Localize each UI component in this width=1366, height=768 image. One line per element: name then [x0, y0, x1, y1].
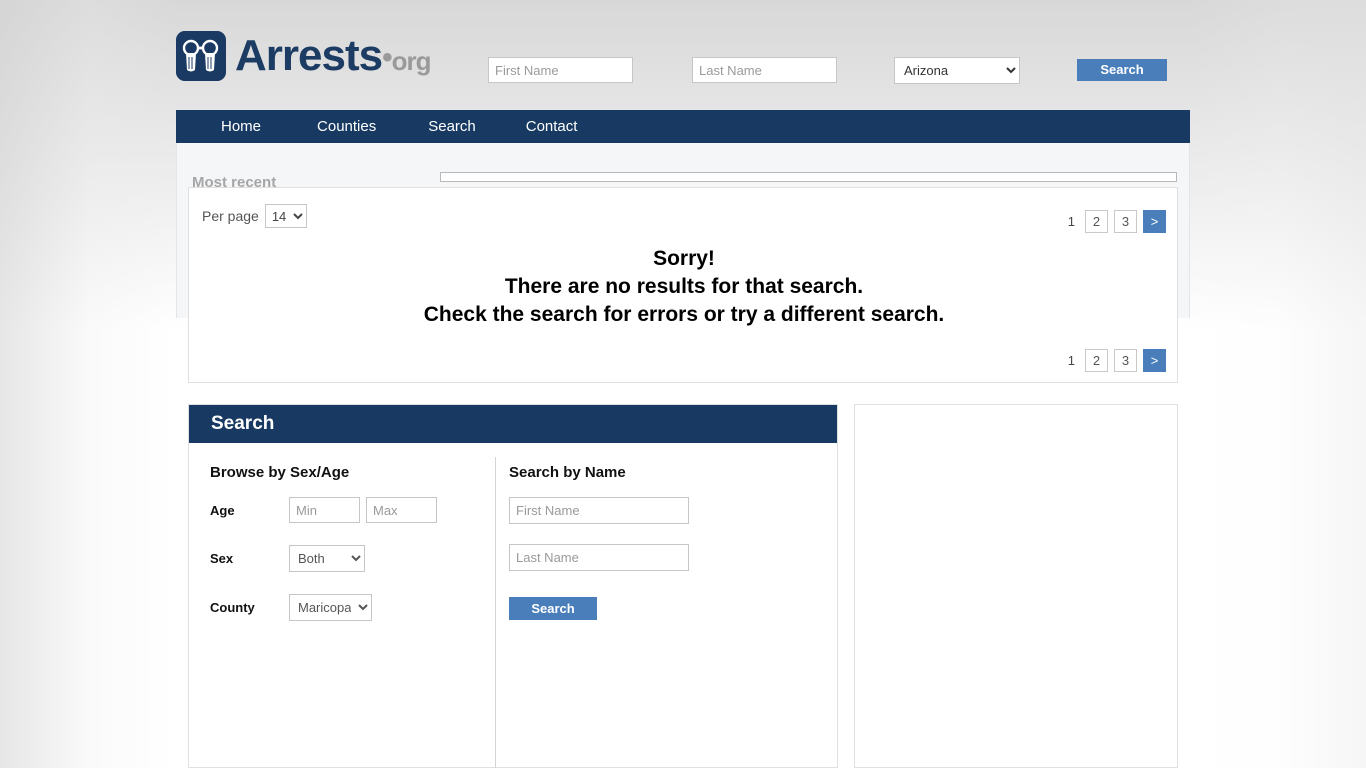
age-max-input[interactable] — [366, 497, 437, 523]
county-label: County — [210, 600, 255, 615]
no-results-message: Sorry! There are no results for that sea… — [189, 245, 1179, 329]
county-field-row: County Maricopa — [210, 594, 485, 621]
header-first-name-input[interactable] — [488, 57, 633, 83]
pagination-page-2[interactable]: 2 — [1085, 210, 1108, 233]
panel-first-name-input[interactable] — [509, 497, 689, 524]
site-logo[interactable]: Arrests•org — [176, 31, 431, 81]
browse-column-title: Browse by Sex/Age — [210, 464, 350, 481]
no-results-line-1: Sorry! — [653, 247, 715, 270]
age-label: Age — [210, 502, 235, 518]
search-panel-title: Search — [211, 413, 275, 434]
pagination-page-3-bottom[interactable]: 3 — [1114, 349, 1137, 372]
header-state-select[interactable]: Arizona — [894, 57, 1020, 84]
site-header: Arrests•org Arizona Search — [176, 0, 1190, 108]
name-column-title: Search by Name — [509, 464, 626, 481]
handcuffs-icon — [176, 31, 226, 81]
header-last-name-input[interactable] — [692, 57, 837, 83]
nav-item-search[interactable]: Search — [416, 110, 488, 143]
sex-field-row: Sex Both — [210, 545, 485, 572]
panel-last-name-input[interactable] — [509, 544, 689, 571]
search-panel: Search Browse by Sex/Age Age Sex Both — [188, 404, 838, 768]
panel-search-button[interactable]: Search — [509, 597, 597, 620]
per-page-select[interactable]: 14 — [264, 204, 307, 228]
main-navigation: Home Counties Search Contact — [176, 110, 1190, 143]
nav-item-counties[interactable]: Counties — [305, 110, 388, 143]
pagination-page-3[interactable]: 3 — [1114, 210, 1137, 233]
pagination-top: 1 2 3 > — [1064, 210, 1166, 233]
nav-item-home[interactable]: Home — [209, 110, 273, 143]
county-select[interactable]: Maricopa — [289, 594, 372, 621]
sidebar-ad-slot — [854, 404, 1178, 768]
header-search-button[interactable]: Search — [1077, 59, 1167, 81]
logo-wordmark: Arrests•org — [235, 34, 431, 78]
logo-tld: org — [391, 46, 432, 76]
pagination-current-page-bottom: 1 — [1067, 353, 1075, 368]
results-panel: Per page 14 1 2 3 > Sorry! There are no … — [188, 187, 1178, 383]
page-container: Arrests•org Arizona Search Home Counties… — [176, 0, 1190, 768]
hero-banner-slot — [440, 172, 1177, 182]
age-field-row: Age — [210, 497, 485, 523]
pagination-next-button-bottom[interactable]: > — [1143, 349, 1166, 372]
browse-by-sex-age-column: Browse by Sex/Age Age Sex Both County Ma… — [210, 464, 485, 643]
search-panel-body: Browse by Sex/Age Age Sex Both County Ma… — [189, 443, 837, 768]
search-by-name-column: Search by Name Search — [509, 464, 809, 620]
per-page-control: Per page 14 — [202, 204, 307, 228]
pagination-bottom: 1 2 3 > — [1064, 349, 1166, 372]
column-divider — [495, 457, 496, 768]
no-results-line-2: There are no results for that search. — [504, 275, 864, 298]
pagination-page-2-bottom[interactable]: 2 — [1085, 349, 1108, 372]
sex-select[interactable]: Both — [289, 545, 365, 572]
no-results-line-3: Check the search for errors or try a dif… — [423, 303, 945, 326]
search-panel-header: Search — [189, 405, 837, 443]
age-min-input[interactable] — [289, 497, 360, 523]
logo-dot: • — [382, 41, 392, 74]
pagination-current-page: 1 — [1067, 214, 1075, 229]
logo-brand-text: Arrests — [235, 31, 383, 80]
sex-label: Sex — [210, 551, 234, 566]
pagination-next-button[interactable]: > — [1143, 210, 1166, 233]
per-page-label: Per page — [202, 208, 259, 224]
nav-item-contact[interactable]: Contact — [514, 110, 590, 143]
